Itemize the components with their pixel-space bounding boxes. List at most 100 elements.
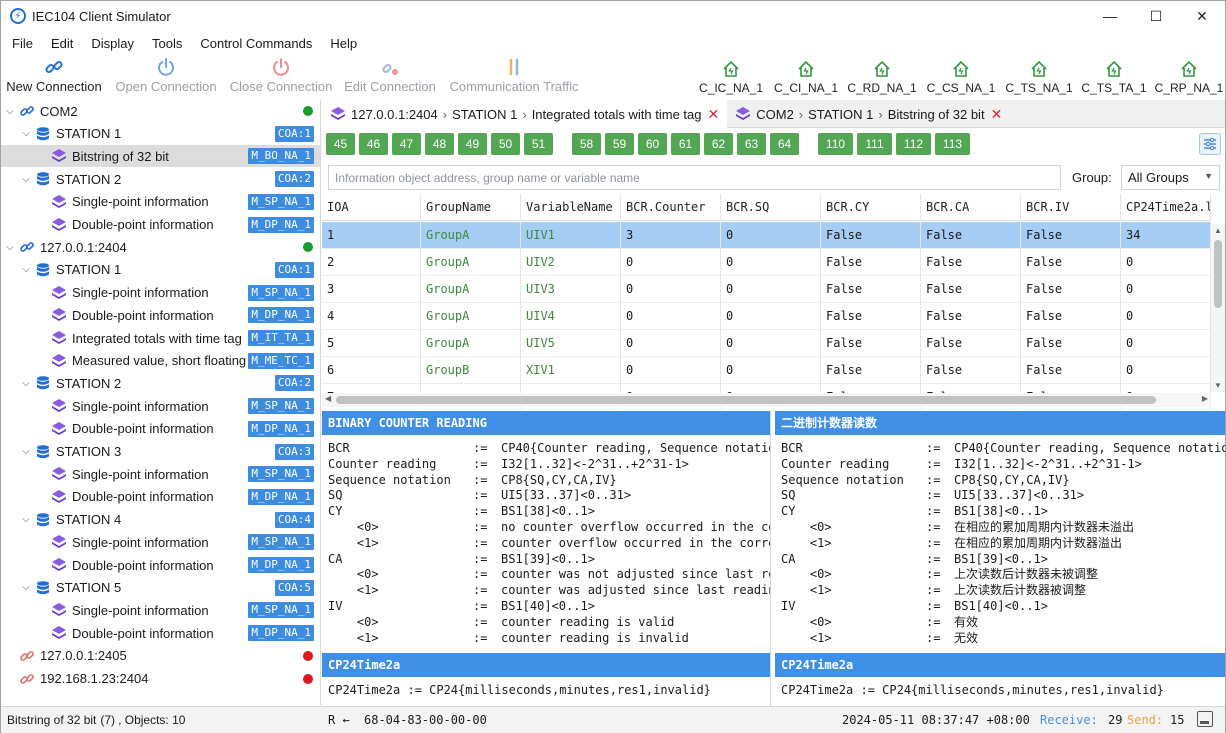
chevron-down-icon[interactable]: ⌵ — [5, 106, 15, 117]
column-header-groupname[interactable]: GroupName — [421, 194, 521, 221]
ioa-button-50[interactable]: 50 — [491, 133, 520, 155]
tree-node-double-point-information[interactable]: Double-point information M_DP_NA_1 — [1, 214, 320, 236]
tree-node-127-0-0-1-2405[interactable]: 127.0.0.1:2405 — [1, 645, 320, 667]
cell-bcr-ca[interactable]: False — [921, 276, 1021, 303]
chevron-down-icon[interactable]: ⌵ — [21, 128, 31, 139]
minimize-button[interactable]: — — [1087, 1, 1133, 31]
cell-groupname[interactable]: GroupA — [421, 222, 521, 249]
tree-node-station-5[interactable]: ⌵ STATION 5 COA:5 — [1, 577, 320, 599]
cell-bcr-sq[interactable]: 0 — [721, 249, 821, 276]
cell-bcr-counter[interactable]: 0 — [621, 276, 721, 303]
cell-groupname[interactable]: GroupA — [421, 303, 521, 330]
cell-ioa[interactable]: 6 — [322, 357, 421, 384]
column-header-variablename[interactable]: VariableName — [521, 194, 621, 221]
cell-ioa[interactable]: 5 — [322, 330, 421, 357]
tree-node-measured-value-short-floating[interactable]: Measured value, short floating M_ME_TC_1 — [1, 350, 320, 372]
column-header-ioa[interactable]: IOA — [322, 194, 421, 221]
cell-bcr-cy[interactable]: False — [821, 357, 921, 384]
cell-bcr-counter[interactable]: 0 — [621, 330, 721, 357]
tree-node-integrated-totals-with-time-tag[interactable]: Integrated totals with time tag M_IT_TA_1 — [1, 327, 320, 349]
cell-variablename[interactable]: UIV5 — [521, 330, 621, 357]
cell-groupname[interactable]: GroupA — [421, 249, 521, 276]
open-connection-button[interactable]: Open Connection — [113, 55, 219, 99]
ioa-button-60[interactable]: 60 — [638, 133, 667, 155]
scroll-thumb[interactable] — [336, 396, 1156, 404]
cmd-c-ts-na-1-button[interactable]: C_TS_NA_1 — [1004, 57, 1074, 95]
menu-display[interactable]: Display — [82, 36, 143, 51]
ioa-button-47[interactable]: 47 — [392, 133, 421, 155]
cell-bcr-counter[interactable]: 0 — [621, 303, 721, 330]
menu-control-commands[interactable]: Control Commands — [191, 36, 321, 51]
ioa-button-111[interactable]: 111 — [857, 133, 892, 155]
ioa-button-62[interactable]: 62 — [704, 133, 733, 155]
ioa-button-59[interactable]: 59 — [605, 133, 634, 155]
ioa-button-58[interactable]: 58 — [572, 133, 601, 155]
cell-bcr-sq[interactable]: 0 — [721, 330, 821, 357]
cell-bcr-iv[interactable]: False — [1021, 222, 1121, 249]
cell-bcr-ca[interactable]: False — [921, 249, 1021, 276]
cell-cp24time2a-l[interactable]: 34 — [1121, 222, 1211, 249]
cell-bcr-cy[interactable]: False — [821, 330, 921, 357]
close-tab-icon[interactable]: ✕ — [991, 106, 1003, 123]
tree-node-single-point-information[interactable]: Single-point information M_SP_NA_1 — [1, 463, 320, 485]
cell-cp24time2a-l[interactable]: 0 — [1121, 357, 1211, 384]
ioa-button-61[interactable]: 61 — [671, 133, 700, 155]
cell-bcr-ca[interactable]: False — [921, 357, 1021, 384]
column-header-bcr-iv[interactable]: BCR.IV — [1021, 194, 1121, 221]
cell-ioa[interactable]: 2 — [322, 249, 421, 276]
close-connection-button[interactable]: Close Connection — [227, 55, 335, 99]
tree-node-single-point-information[interactable]: Single-point information M_SP_NA_1 — [1, 191, 320, 213]
close-tab-icon[interactable]: ✕ — [708, 106, 720, 123]
column-header-bcr-sq[interactable]: BCR.SQ — [721, 194, 821, 221]
cell-bcr-cy[interactable]: False — [821, 249, 921, 276]
menu-help[interactable]: Help — [321, 36, 366, 51]
search-input[interactable]: Information object address, group name o… — [328, 165, 1061, 190]
column-header-bcr-counter[interactable]: BCR.Counter — [621, 194, 721, 221]
cell-bcr-iv[interactable]: False — [1021, 357, 1121, 384]
cell-cp24time2a-l[interactable]: 0 — [1121, 276, 1211, 303]
ioa-button-51[interactable]: 51 — [524, 133, 553, 155]
edit-connection-button[interactable]: Edit Connection — [342, 55, 438, 99]
close-window-button[interactable]: ✕ — [1179, 1, 1225, 31]
cmd-c-rp-na-1-button[interactable]: C_RP_NA_1 — [1154, 57, 1224, 95]
chevron-down-icon[interactable]: ⌵ — [21, 446, 31, 457]
ioa-button-48[interactable]: 48 — [425, 133, 454, 155]
table-row[interactable]: 1 GroupA UIV1 3 0 False False False 34 — [322, 222, 1211, 249]
cmd-c-cs-na-1-button[interactable]: C_CS_NA_1 — [926, 57, 996, 95]
menu-edit[interactable]: Edit — [42, 36, 82, 51]
ioa-button-45[interactable]: 45 — [326, 133, 355, 155]
chevron-down-icon[interactable]: ⌵ — [21, 264, 31, 275]
cell-bcr-sq[interactable]: 0 — [721, 303, 821, 330]
table-vertical-scrollbar[interactable]: ▲ ▼ — [1211, 224, 1225, 392]
ioa-button-63[interactable]: 63 — [737, 133, 766, 155]
table-row[interactable]: 2 GroupA UIV2 0 0 False False False 0 — [322, 249, 1211, 276]
cell-cp24time2a-l[interactable]: 0 — [1121, 303, 1211, 330]
cell-variablename[interactable]: UIV2 — [521, 249, 621, 276]
cell-bcr-ca[interactable]: False — [921, 222, 1021, 249]
table-horizontal-scrollbar[interactable]: ◀ ▶ — [322, 393, 1211, 407]
cell-variablename[interactable]: UIV3 — [521, 276, 621, 303]
group-select[interactable]: All Groups ▼ — [1121, 165, 1220, 190]
cell-bcr-iv[interactable]: False — [1021, 330, 1121, 357]
cell-bcr-sq[interactable]: 0 — [721, 276, 821, 303]
table-row[interactable]: 5 GroupA UIV5 0 0 False False False 0 — [322, 330, 1211, 357]
menu-tools[interactable]: Tools — [143, 36, 191, 51]
ioa-button-64[interactable]: 64 — [770, 133, 799, 155]
cell-bcr-sq[interactable]: 0 — [721, 222, 821, 249]
tree-node-single-point-information[interactable]: Single-point information M_SP_NA_1 — [1, 395, 320, 417]
tree-node-station-2[interactable]: ⌵ STATION 2 COA:2 — [1, 168, 320, 190]
cell-ioa[interactable]: 3 — [322, 276, 421, 303]
cell-variablename[interactable]: XIV1 — [521, 357, 621, 384]
cmd-c-ci-na-1-button[interactable]: C_CI_NA_1 — [771, 57, 841, 95]
chevron-down-icon[interactable]: ⌵ — [21, 514, 31, 525]
tree-node-double-point-information[interactable]: Double-point information M_DP_NA_1 — [1, 486, 320, 508]
chevron-down-icon[interactable]: ⌵ — [21, 174, 31, 185]
tree-node-station-4[interactable]: ⌵ STATION 4 COA:4 — [1, 509, 320, 531]
cmd-c-ic-na-1-button[interactable]: C_IC_NA_1 — [696, 57, 766, 95]
scroll-thumb[interactable] — [1214, 240, 1222, 308]
tab-bitstring-of-32-bit[interactable]: COM2 › STATION 1 › Bitstring of 32 bit ✕ — [727, 100, 1010, 128]
chevron-down-icon[interactable]: ⌵ — [21, 582, 31, 593]
cell-cp24time2a-l[interactable]: 0 — [1121, 330, 1211, 357]
chevron-down-icon[interactable]: ⌵ — [21, 378, 31, 389]
tree-node-single-point-information[interactable]: Single-point information M_SP_NA_1 — [1, 282, 320, 304]
